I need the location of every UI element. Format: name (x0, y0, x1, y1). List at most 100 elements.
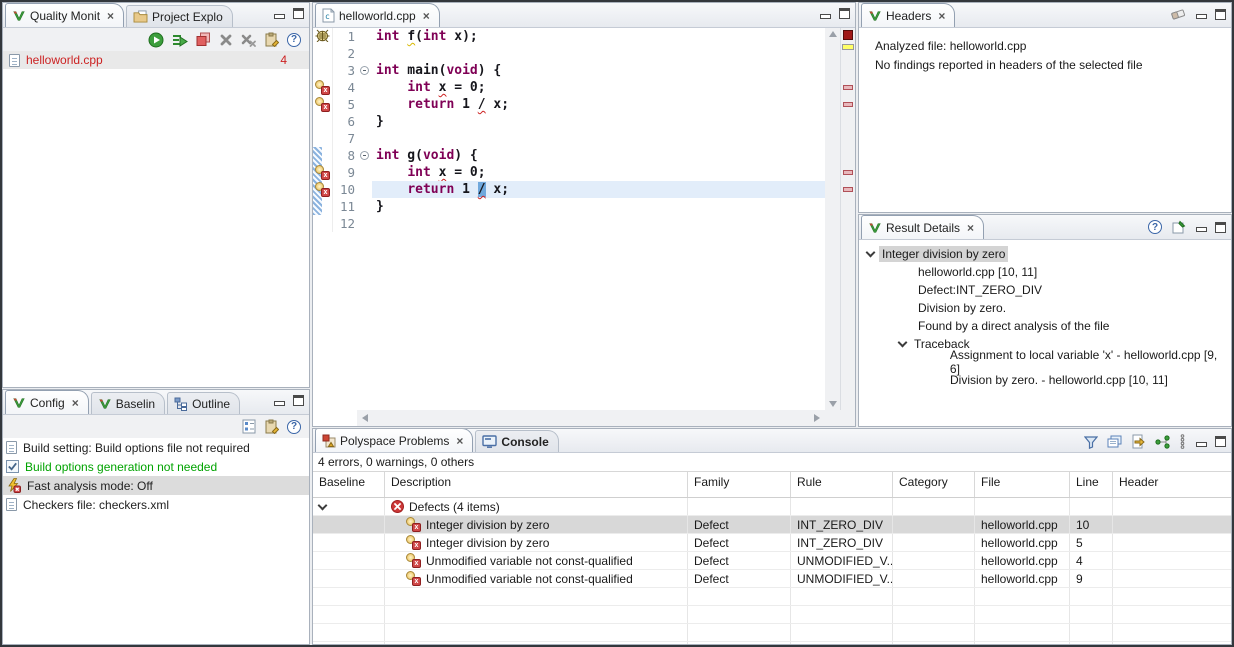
config-item[interactable]: Build setting: Build options file not re… (3, 438, 309, 457)
vertical-scrollbar[interactable] (825, 28, 840, 410)
checkers-selection-icon[interactable] (242, 419, 256, 434)
help-icon[interactable]: ? (287, 33, 301, 47)
scroll-left-icon[interactable] (362, 414, 368, 422)
problem-row[interactable]: xUnmodified variable not const-qualified… (313, 552, 1231, 570)
empty-row[interactable] (313, 624, 1231, 642)
filter-icon[interactable] (1084, 435, 1098, 449)
close-icon[interactable]: × (423, 9, 430, 23)
help-icon[interactable]: ? (287, 420, 301, 434)
tree-item[interactable]: Defect:INT_ZERO_DIV (859, 281, 1231, 299)
chevron-down-icon[interactable] (898, 338, 908, 348)
tree-item[interactable]: Assignment to local variable 'x' - hello… (859, 353, 1231, 371)
code-line[interactable]: 6} (313, 113, 825, 130)
review-options-icon[interactable] (264, 32, 279, 47)
tab-result-details[interactable]: Result Details × (861, 215, 984, 239)
minimize-icon[interactable] (273, 9, 284, 19)
scroll-down-icon[interactable] (829, 401, 837, 407)
maximize-icon[interactable] (293, 395, 304, 406)
remove-result-icon[interactable] (219, 33, 233, 47)
close-icon[interactable]: × (938, 9, 945, 23)
maximize-icon[interactable] (1215, 436, 1226, 447)
run-options-icon[interactable] (172, 32, 188, 48)
open-review-icon[interactable] (1171, 220, 1186, 234)
chevron-down-icon[interactable] (318, 500, 328, 510)
tab-console[interactable]: Console (475, 430, 558, 452)
code-line[interactable]: x5 return 1 / x; (313, 96, 825, 113)
column-header[interactable]: Header (1113, 472, 1231, 497)
bulbx-icon[interactable]: x (315, 97, 330, 112)
code-line[interactable]: 8int g(void) { (313, 147, 825, 164)
tab-baseline[interactable]: Baselin (91, 392, 165, 414)
close-icon[interactable]: × (107, 9, 114, 23)
code-line[interactable]: 7 (313, 130, 825, 147)
editor-content[interactable]: 1int f(int x);23int main(void) {x4 int x… (313, 28, 855, 410)
tree-item[interactable]: helloworld.cpp [10, 11] (859, 263, 1231, 281)
defects-group-row[interactable]: Defects (4 items) (313, 498, 1231, 516)
defect-marker-icon[interactable] (843, 170, 853, 175)
column-header[interactable]: Rule (791, 472, 893, 497)
column-header[interactable]: Description (385, 472, 688, 497)
chevron-down-icon[interactable] (866, 248, 876, 258)
tree-item[interactable]: Integer division by zero (859, 245, 1231, 263)
bulbx-icon[interactable]: x (315, 165, 330, 180)
minimize-icon[interactable] (1195, 437, 1206, 447)
tab-outline[interactable]: Outline (167, 392, 240, 414)
empty-row[interactable] (313, 642, 1231, 644)
defect-marker-icon[interactable] (843, 102, 853, 107)
tab-quality-monitor[interactable]: Quality Monit × (5, 3, 124, 27)
run-analysis-icon[interactable] (148, 32, 164, 48)
file-row[interactable]: helloworld.cpp4 (3, 51, 309, 69)
code-line[interactable]: 2 (313, 45, 825, 62)
code-line[interactable]: 12 (313, 215, 825, 232)
bulbx-icon[interactable]: x (315, 80, 330, 95)
empty-row[interactable] (313, 588, 1231, 606)
config-item[interactable]: Checkers file: checkers.xml (3, 495, 309, 514)
tab-helloworld-cpp[interactable]: c helloworld.cpp × (315, 3, 440, 27)
export-icon[interactable] (1131, 434, 1146, 449)
overview-ruler[interactable] (840, 28, 855, 410)
code-line[interactable]: x4 int x = 0; (313, 79, 825, 96)
defect-marker-icon[interactable] (843, 85, 853, 90)
tab-project-explorer[interactable]: Project Explo (126, 5, 233, 27)
maximize-icon[interactable] (839, 8, 850, 19)
maximize-icon[interactable] (293, 8, 304, 19)
code-area[interactable]: 1int f(int x);23int main(void) {x4 int x… (313, 28, 825, 410)
problem-row[interactable]: xUnmodified variable not const-qualified… (313, 570, 1231, 588)
tab-headers[interactable]: Headers × (861, 3, 955, 27)
fold-collapse-icon[interactable] (357, 151, 372, 160)
close-icon[interactable]: × (72, 396, 79, 410)
help-icon[interactable]: ? (1148, 220, 1162, 234)
code-line[interactable]: 11} (313, 198, 825, 215)
problem-row[interactable]: xInteger division by zeroDefectINT_ZERO_… (313, 534, 1231, 552)
minimize-icon[interactable] (273, 396, 284, 406)
show-graph-icon[interactable] (1155, 435, 1170, 449)
maximize-icon[interactable] (1215, 222, 1226, 233)
maximize-icon[interactable] (1215, 9, 1226, 20)
code-line[interactable]: 1int f(int x); (313, 28, 825, 45)
fold-collapse-icon[interactable] (357, 66, 372, 75)
defect-marker-icon[interactable] (843, 187, 853, 192)
empty-row[interactable] (313, 606, 1231, 624)
clear-icon[interactable] (1170, 8, 1186, 20)
tree-item[interactable]: Division by zero. (859, 299, 1231, 317)
view-menu-icon[interactable] (1179, 434, 1186, 449)
minimize-icon[interactable] (1195, 222, 1206, 232)
review-options-icon[interactable] (264, 419, 279, 434)
column-header[interactable]: Category (893, 472, 975, 497)
tab-polyspace-problems[interactable]: Polyspace Problems × (315, 428, 473, 452)
horizontal-scrollbar[interactable] (313, 410, 855, 426)
column-header[interactable]: Line (1070, 472, 1113, 497)
scroll-right-icon[interactable] (814, 414, 820, 422)
copy-icon[interactable] (1107, 435, 1122, 449)
bug-icon[interactable] (315, 29, 330, 42)
code-line[interactable]: 3int main(void) { (313, 62, 825, 79)
tab-config[interactable]: Config × (5, 390, 89, 414)
column-header[interactable]: Baseline (313, 472, 385, 497)
remove-all-results-icon[interactable] (241, 33, 256, 47)
close-icon[interactable]: × (456, 434, 463, 448)
code-line[interactable]: x10 return 1 / x; (313, 181, 825, 198)
tree-item[interactable]: Found by a direct analysis of the file (859, 317, 1231, 335)
code-line[interactable]: x9 int x = 0; (313, 164, 825, 181)
close-icon[interactable]: × (967, 221, 974, 235)
problem-row[interactable]: xInteger division by zeroDefectINT_ZERO_… (313, 516, 1231, 534)
